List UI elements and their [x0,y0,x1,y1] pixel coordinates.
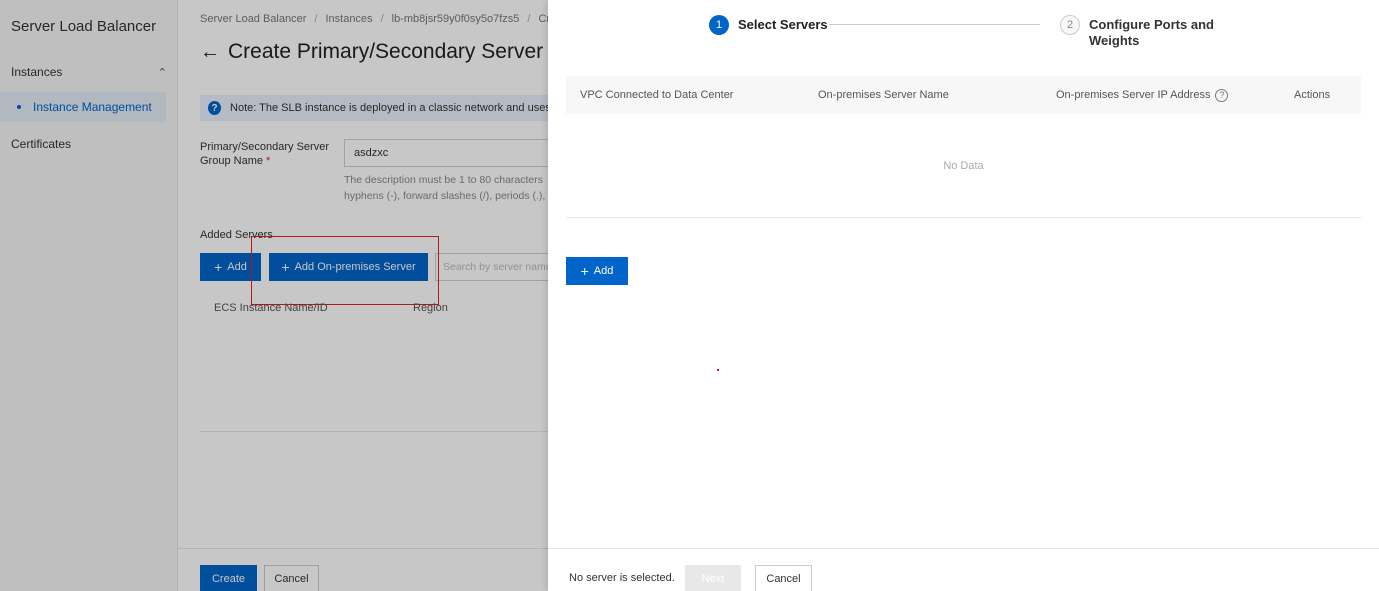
overlay-mask[interactable] [0,0,548,591]
column-header: On-premises Server IP Address [1056,89,1211,101]
column-header: Actions [1294,89,1331,101]
step-connector [829,24,1040,25]
help-circle-icon[interactable]: ? [1215,88,1229,102]
step-select-servers: Select Servers [738,17,828,32]
step-number: 1 [709,15,729,35]
table-header: VPC Connected to Data Center On-premises… [566,76,1361,114]
drawer-panel: 1 Select Servers 2 Configure Ports and W… [548,0,1379,591]
plus-icon: + [580,263,589,279]
marker-dot [717,369,719,371]
column-header-ip: On-premises Server IP Address ? [1056,88,1294,102]
add-label: Add [593,265,614,277]
wizard-steps: 1 Select Servers 2 Configure Ports and W… [548,0,1379,60]
step-configure-ports: Configure Ports and Weights [1089,17,1214,48]
cancel-button[interactable]: Cancel [755,565,812,591]
empty-state: No Data [566,114,1361,218]
column-header: VPC Connected to Data Center [580,89,734,101]
step-number: 2 [1060,15,1080,35]
onprem-servers-table: VPC Connected to Data Center On-premises… [566,76,1361,218]
selection-status: No server is selected. [569,572,675,584]
drawer-footer [548,548,1379,591]
next-button[interactable]: Next [685,565,741,591]
column-header: On-premises Server Name [818,89,949,101]
add-button[interactable]: + Add [566,257,628,285]
